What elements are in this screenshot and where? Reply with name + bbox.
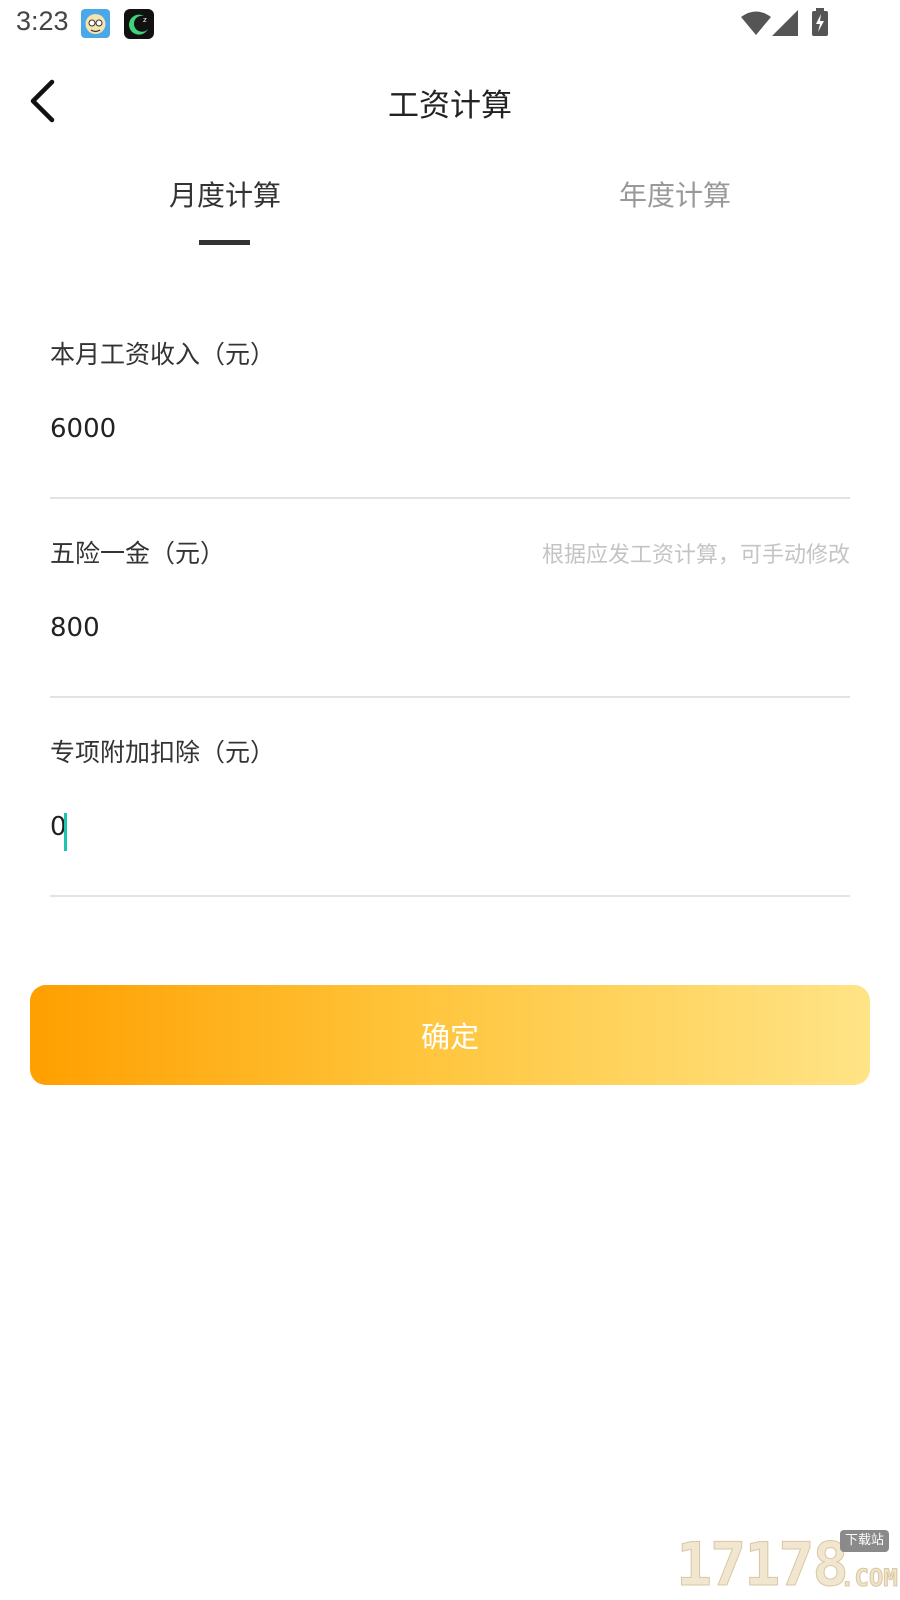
wifi-icon: [741, 11, 771, 35]
page-title: 工资计算: [388, 88, 512, 124]
watermark-number: 17178: [676, 1530, 850, 1600]
status-time: 3:23: [16, 6, 69, 36]
status-bar: 3:23 z: [0, 0, 900, 50]
active-tab-indicator: [199, 240, 250, 245]
insurance-field: 五险一金（元） 根据应发工资计算，可手动修改: [50, 521, 850, 698]
site-watermark: 17178 下载站 .COM: [676, 1528, 899, 1600]
insurance-input[interactable]: [50, 603, 830, 653]
tab-yearly[interactable]: 年度计算: [525, 174, 825, 214]
signal-icon: [772, 10, 798, 36]
confirm-button[interactable]: 确定: [30, 985, 870, 1085]
sleep-app-icon: z: [124, 9, 154, 39]
svg-text:z: z: [143, 16, 147, 24]
notification-app-icon: [81, 9, 110, 38]
insurance-hint: 根据应发工资计算，可手动修改: [541, 543, 850, 568]
app-header: 工资计算: [0, 60, 900, 142]
deduction-label: 专项附加扣除（元）: [50, 738, 276, 767]
deduction-field: 专项附加扣除（元）: [50, 720, 850, 897]
tab-monthly[interactable]: 月度计算: [75, 174, 375, 214]
watermark-suffix: .COM: [840, 1564, 899, 1593]
calculation-tabs: 月度计算 年度计算: [0, 170, 900, 250]
salary-field: 本月工资收入（元）: [50, 322, 850, 499]
watermark-tag: 下载站: [840, 1530, 890, 1552]
insurance-label: 五险一金（元）: [50, 539, 226, 568]
text-caret: [64, 813, 67, 851]
salary-label: 本月工资收入（元）: [50, 340, 276, 369]
battery-charging-icon: [812, 8, 828, 36]
deduction-input[interactable]: [50, 802, 830, 852]
salary-input[interactable]: [50, 404, 830, 454]
